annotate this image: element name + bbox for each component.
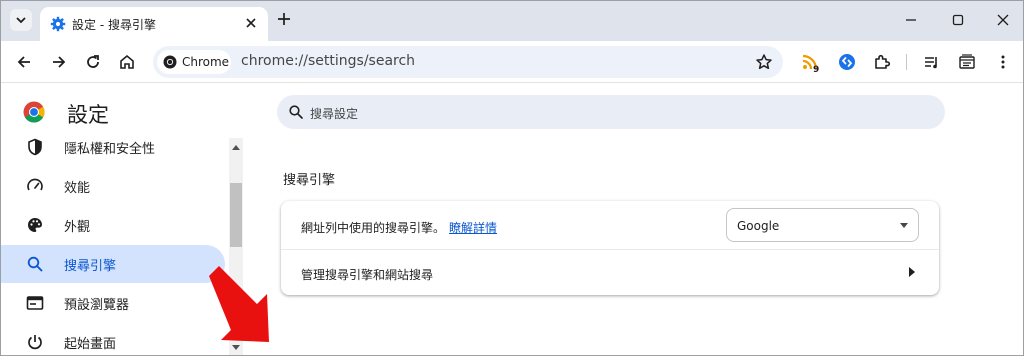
reload-icon[interactable] (84, 53, 102, 71)
settings-search-bar[interactable]: 搜尋設定 (277, 95, 945, 129)
home-icon[interactable] (118, 53, 136, 71)
kebab-menu-icon[interactable] (994, 53, 1012, 71)
chip-label: Chrome (182, 55, 230, 69)
back-arrow-icon[interactable] (15, 53, 33, 71)
tab-strip: 設定 - 搜尋引擎 (1, 1, 1023, 41)
bookmark-star-icon[interactable] (755, 53, 773, 71)
rss-badge: 9 (813, 65, 820, 75)
learn-more-link[interactable]: 瞭解詳情 (449, 221, 497, 235)
settings-page: 設定 隱私權和安全性 效能 外觀 搜尋引擎 預設瀏覽器 起始畫面 搜尋設定 搜尋… (1, 83, 1023, 355)
search-icon (289, 105, 303, 119)
page-title: 設定 (67, 103, 109, 127)
close-icon[interactable] (244, 16, 258, 30)
dropdown-caret-icon (900, 223, 908, 228)
speedometer-icon (27, 178, 43, 191)
chevron-down-icon (16, 17, 26, 24)
extensions-puzzle-icon[interactable] (873, 53, 891, 71)
sidebar-item-on-startup[interactable]: 起始畫面 (1, 323, 225, 355)
scroll-up-arrow-icon[interactable] (232, 144, 240, 150)
sidebar-item-search-engine[interactable]: 搜尋引擎 (1, 245, 225, 283)
sidebar-item-label: 起始畫面 (64, 336, 117, 352)
sidebar-item-privacy[interactable]: 隱私權和安全性 (1, 128, 225, 166)
shield-icon (28, 138, 42, 156)
sidebar-item-label: 隱私權和安全性 (64, 141, 156, 157)
address-bar[interactable]: Chrome chrome://settings/search (153, 46, 783, 78)
toolbar-divider (906, 54, 907, 70)
select-value: Google (737, 219, 780, 233)
search-engine-select[interactable]: Google (726, 208, 919, 242)
annotation-arrow-icon (209, 266, 269, 342)
sidebar: 隱私權和安全性 效能 外觀 搜尋引擎 預設瀏覽器 起始畫面 (1, 128, 229, 355)
gear-icon (50, 16, 66, 32)
search-icon (27, 256, 43, 272)
chrome-logo-icon (23, 101, 45, 123)
active-tab[interactable]: 設定 - 搜尋引擎 (40, 7, 268, 41)
engine-row-label: 網址列中使用的搜尋引擎。 瞭解詳情 (301, 219, 497, 236)
tab-search-button[interactable] (10, 9, 32, 31)
manage-engines-row[interactable]: 管理搜尋引擎和網站搜尋 (301, 266, 433, 283)
shazam-extension-icon[interactable] (838, 53, 856, 71)
sidebar-item-label: 效能 (64, 180, 91, 196)
row-divider (281, 249, 939, 250)
sidebar-item-label: 預設瀏覽器 (64, 297, 130, 313)
palette-icon (28, 218, 42, 232)
tab-title: 設定 - 搜尋引擎 (72, 18, 156, 32)
sidebar-item-label: 搜尋引擎 (64, 258, 117, 274)
sidebar-scroll-thumb[interactable] (230, 183, 242, 247)
sidebar-item-performance[interactable]: 效能 (1, 167, 225, 205)
search-engine-card: 網址列中使用的搜尋引擎。 瞭解詳情 Google 管理搜尋引擎和網站搜尋 (281, 201, 939, 295)
media-control-icon[interactable] (923, 53, 941, 71)
minimize-icon[interactable] (903, 12, 919, 28)
profile-avatar-icon[interactable] (958, 53, 976, 71)
engine-row-text: 網址列中使用的搜尋引擎。 (301, 221, 446, 235)
chevron-right-icon[interactable] (909, 267, 915, 277)
sidebar-item-default-browser[interactable]: 預設瀏覽器 (1, 284, 225, 322)
section-title: 搜尋引擎 (283, 173, 336, 188)
new-tab-icon[interactable] (276, 11, 292, 27)
chrome-logo-icon (163, 55, 177, 69)
power-icon (28, 335, 42, 350)
site-info-chip[interactable]: Chrome (157, 50, 231, 74)
window-close-icon[interactable] (995, 12, 1011, 28)
search-input[interactable]: 搜尋設定 (310, 105, 358, 122)
sidebar-item-appearance[interactable]: 外觀 (1, 206, 225, 244)
toolbar: Chrome chrome://settings/search 9 (1, 41, 1023, 83)
url-text[interactable]: chrome://settings/search (241, 53, 415, 69)
browser-window: 設定 - 搜尋引擎 Chrome chrome://settings/searc… (0, 0, 1024, 356)
sidebar-item-label: 外觀 (64, 219, 91, 235)
maximize-icon[interactable] (950, 12, 966, 28)
browser-window-icon (26, 296, 44, 310)
forward-arrow-icon[interactable] (50, 53, 68, 71)
